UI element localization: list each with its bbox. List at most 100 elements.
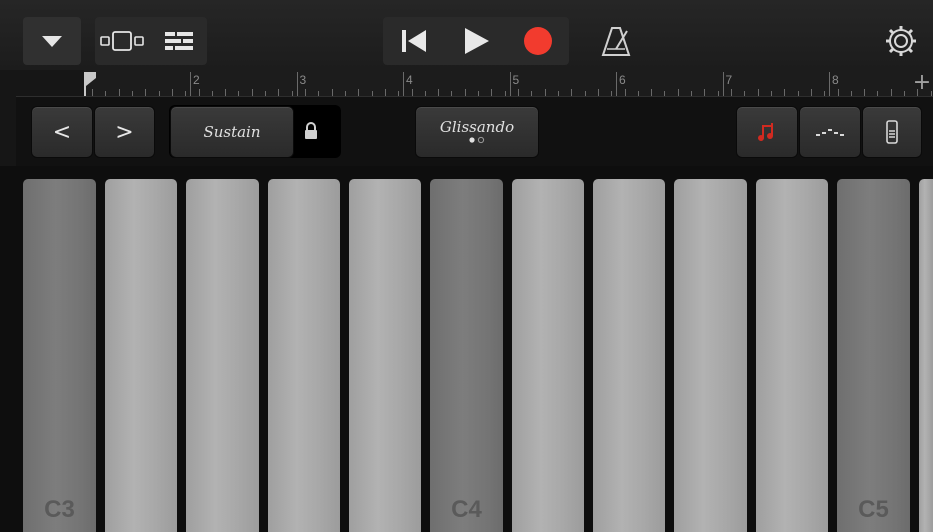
ruler-tick <box>225 89 227 96</box>
ruler-tick <box>518 89 519 96</box>
ruler-tick <box>704 89 706 96</box>
ruler-bar-line <box>616 72 617 96</box>
sustain-button[interactable]: Sustain <box>170 106 294 158</box>
key-f4[interactable] <box>674 179 747 532</box>
dropdown-button[interactable] <box>23 17 81 65</box>
record-button[interactable] <box>507 17 569 65</box>
velocity-slider-icon <box>886 120 898 144</box>
sustain-group: Sustain <box>169 105 341 158</box>
sustain-lock-button[interactable] <box>299 119 323 143</box>
ruler-tick <box>810 89 812 96</box>
ruler-tick <box>651 89 653 96</box>
ruler-bar-number: 6 <box>619 73 626 87</box>
tracks-view-icon <box>165 32 193 50</box>
ruler-tick <box>411 89 413 96</box>
ruler-bar-line <box>403 72 404 96</box>
keyboard-view-button[interactable] <box>95 17 151 65</box>
ruler-tick <box>384 89 386 96</box>
record-icon <box>524 27 552 55</box>
ruler-tick <box>491 89 493 96</box>
ruler-bar-number: 8 <box>832 73 839 87</box>
key-c4[interactable]: C4 <box>430 179 503 532</box>
ruler-tick <box>198 89 200 96</box>
ruler-tick <box>784 89 786 96</box>
ruler-tick <box>145 89 147 96</box>
chevron-left-icon: < <box>52 119 72 145</box>
ruler-bar-line <box>509 72 511 96</box>
ruler-bar-line <box>296 72 298 96</box>
arpeggiator-icon <box>758 123 773 141</box>
octave-down-button[interactable]: < <box>31 106 93 158</box>
ruler-tick <box>358 89 360 96</box>
play-button[interactable] <box>445 17 507 65</box>
key-d4[interactable] <box>512 179 584 532</box>
key-d3[interactable] <box>105 179 177 532</box>
metronome-button[interactable] <box>600 25 634 59</box>
key-c3[interactable]: C3 <box>23 179 96 532</box>
ruler-bar-number: 5 <box>512 73 520 87</box>
lock-icon <box>305 122 317 139</box>
scale-button[interactable] <box>799 106 861 158</box>
settings-icon <box>886 26 916 56</box>
ruler-tick <box>677 89 679 96</box>
settings-button[interactable] <box>884 24 918 58</box>
ruler-tick <box>251 89 253 96</box>
key-g4[interactable] <box>756 179 828 532</box>
ruler-tick <box>837 89 839 96</box>
ruler-tick <box>171 89 173 96</box>
timeline-ruler[interactable]: 2 3 4 5 6 7 8 <box>84 70 933 96</box>
view-toggle-group <box>95 17 207 65</box>
ruler-tick <box>890 89 892 96</box>
key-label: C5 <box>858 496 889 523</box>
ruler-tick <box>731 89 732 96</box>
ruler-bar-number: 4 <box>406 73 413 87</box>
ruler-tick <box>305 89 306 96</box>
scale-icon <box>816 129 844 136</box>
piano-keyboard: C3 C4 C5 <box>0 166 933 532</box>
glissando-button[interactable]: Glissando <box>415 106 539 158</box>
dropdown-icon <box>42 36 62 47</box>
velocity-button[interactable] <box>862 106 922 158</box>
add-section-button[interactable]: + <box>912 70 932 96</box>
transport-group <box>383 17 569 65</box>
octave-up-button[interactable]: > <box>94 106 155 158</box>
rewind-button[interactable] <box>383 17 445 65</box>
page-dots-icon <box>469 136 485 144</box>
key-f3[interactable] <box>268 179 340 532</box>
key-e3[interactable] <box>186 179 259 532</box>
ruler-bar-line <box>722 72 724 96</box>
key-label: C4 <box>451 496 482 523</box>
key-c5[interactable]: C5 <box>837 179 910 532</box>
ruler-tick <box>624 89 626 96</box>
metronome-icon <box>601 27 631 56</box>
ruler-bar-number: 2 <box>193 73 200 87</box>
key-g3[interactable] <box>349 179 421 532</box>
sustain-label: Sustain <box>203 123 261 141</box>
top-toolbar <box>0 0 933 70</box>
keyboard-controls-bar: < > Sustain Glissando <box>16 96 933 167</box>
playhead-marker[interactable] <box>84 72 96 96</box>
ruler-tick <box>331 89 333 96</box>
ruler-bar-number: 3 <box>299 73 307 87</box>
ruler-bar-line <box>829 72 830 96</box>
ruler-tick <box>278 89 280 96</box>
tracks-view-button[interactable] <box>151 17 207 65</box>
keyboard-view-icon <box>100 31 144 51</box>
key-e4[interactable] <box>593 179 665 532</box>
ruler-tick <box>438 89 440 96</box>
chevron-right-icon: > <box>115 119 134 145</box>
rewind-icon <box>402 30 426 52</box>
ruler-tick <box>571 89 573 96</box>
key-d5[interactable] <box>919 179 933 532</box>
ruler-tick <box>464 89 466 96</box>
ruler-tick <box>544 89 546 96</box>
ruler-tick <box>864 89 866 96</box>
play-icon <box>465 28 489 54</box>
ruler-bar-number: 7 <box>725 73 733 87</box>
key-label: C3 <box>44 496 75 523</box>
arpeggiator-button[interactable] <box>736 106 798 158</box>
ruler-tick <box>118 89 120 96</box>
ruler-tick <box>757 89 759 96</box>
ruler-tick <box>597 89 599 96</box>
glissando-label: Glissando <box>439 118 515 136</box>
